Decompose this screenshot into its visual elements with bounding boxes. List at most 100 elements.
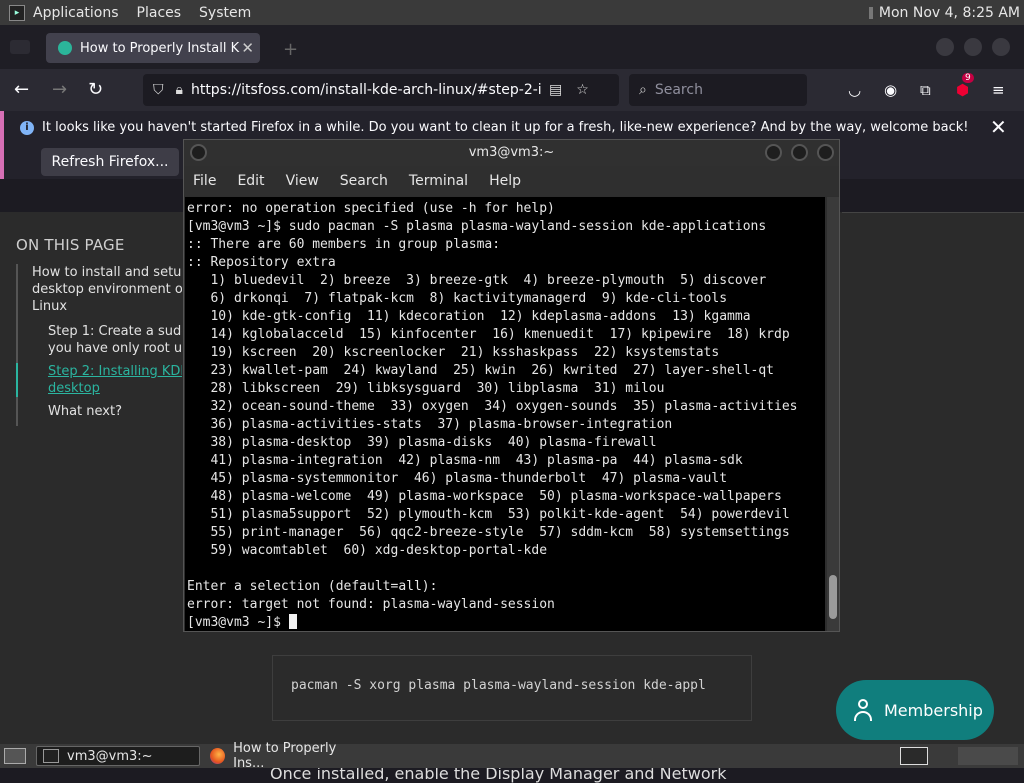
toc-item[interactable]: Step 1: Create a sudo (18, 323, 182, 340)
url-bar[interactable]: ⛉ 🔒︎ https://itsfoss.com/install-kde-arc… (143, 74, 619, 106)
table-of-contents: How to install and setup desktop environ… (16, 264, 182, 426)
membership-button[interactable]: Membership (836, 680, 994, 740)
terminal-screen[interactable]: error: no operation specified (use -h fo… (185, 197, 825, 631)
toc-item[interactable]: How to install and setup (18, 264, 182, 281)
search-placeholder: Search (654, 82, 703, 98)
terminal-line: 1) bluedevil 2) breeze 3) breeze-gtk 4) … (187, 273, 767, 288)
account-icon[interactable]: ◉ (884, 81, 897, 99)
terminal-line: Enter a selection (default=all): (187, 579, 438, 594)
pocket-icon[interactable]: ◡ (848, 81, 861, 99)
bookmark-star-icon[interactable]: ☆ (576, 82, 589, 98)
toc-item-active[interactable]: desktop (16, 380, 182, 397)
task-label: How to Properly Ins... (233, 741, 337, 771)
reload-icon[interactable]: ↻ (88, 79, 103, 100)
menu-terminal[interactable]: Terminal (409, 173, 468, 189)
hamburger-menu-icon[interactable]: ≡ (992, 81, 1005, 99)
reader-view-icon[interactable]: ▤ (549, 82, 562, 98)
info-icon: i (20, 121, 34, 135)
top-panel: ▸ Applications Places System Mon Nov 4, … (0, 0, 1024, 25)
task-label: vm3@vm3:~ (67, 748, 153, 764)
cpu-meter-icon (868, 6, 873, 19)
terminal-line: 36) plasma-activities-stats 37) plasma-b… (187, 417, 673, 432)
close-window-icon[interactable] (992, 38, 1010, 56)
terminal-line: :: Repository extra (187, 255, 336, 270)
terminal-line: 45) plasma-systemmonitor 46) plasma-thun… (187, 471, 728, 486)
show-desktop-icon[interactable] (4, 748, 26, 764)
firefox-icon (210, 748, 226, 764)
minimize-icon[interactable] (936, 38, 954, 56)
terminal-line: 6) drkonqi 7) flatpak-kcm 8) kactivityma… (187, 291, 728, 306)
tab-active[interactable]: How to Properly Install KDE ✕ (46, 33, 260, 63)
task-firefox[interactable]: How to Properly Ins... (204, 741, 364, 771)
window-menu-icon[interactable] (190, 144, 207, 161)
search-icon: ⌕ (639, 82, 647, 98)
close-notification-icon[interactable]: ✕ (990, 115, 1007, 139)
terminal-line: 14) kglobalacceld 15) kinfocenter 16) km… (187, 327, 790, 342)
url-text[interactable]: https://itsfoss.com/install-kde-arch-lin… (191, 82, 541, 98)
tab-bar: How to Properly Install KDE ✕ + (0, 25, 1024, 69)
maximize-icon[interactable] (964, 38, 982, 56)
menu-system[interactable]: System (199, 5, 251, 21)
menu-applications[interactable]: Applications (33, 5, 119, 21)
menu-search[interactable]: Search (340, 173, 388, 189)
menu-places[interactable]: Places (137, 5, 182, 21)
lock-icon[interactable]: 🔒︎ (176, 82, 183, 98)
close-window-icon[interactable] (817, 144, 834, 161)
terminal-line: error: no operation specified (use -h fo… (187, 201, 555, 216)
menu-file[interactable]: File (193, 173, 216, 189)
terminal-line: 28) libkscreen 29) libksysguard 30) libp… (187, 381, 665, 396)
notification-message: It looks like you haven't started Firefo… (42, 120, 969, 135)
tab-title: How to Properly Install KDE (80, 40, 240, 56)
terminal-line: :: There are 60 members in group plasma: (187, 237, 501, 252)
terminal-line: 55) print-manager 56) qqc2-breeze-style … (187, 525, 790, 540)
workspace-indicator[interactable] (958, 747, 1018, 765)
task-terminal[interactable]: vm3@vm3:~ (36, 746, 200, 766)
terminal-app-icon[interactable]: ▸ (9, 4, 25, 21)
terminal-titlebar[interactable]: vm3@vm3:~ (184, 140, 839, 166)
workspace-switcher[interactable] (900, 747, 928, 765)
terminal-line: 59) wacomtablet 60) xdg-desktop-portal-k… (187, 543, 548, 558)
ublock-icon[interactable]: ⬢ (956, 81, 969, 99)
terminal-line: 48) plasma-welcome 49) plasma-workspace … (187, 489, 782, 504)
toc-item[interactable]: Linux (18, 298, 182, 315)
terminal-line: 32) ocean-sound-theme 33) oxygen 34) oxy… (187, 399, 798, 414)
terminal-line: [vm3@vm3 ~]$ sudo pacman -S plasma plasm… (187, 219, 767, 234)
terminal-line: 38) plasma-desktop 39) plasma-disks 40) … (187, 435, 657, 450)
toc-item[interactable]: What next? (18, 403, 182, 420)
firefox-view-icon[interactable] (10, 40, 30, 54)
text-cursor (288, 614, 297, 629)
code-block: pacman -S xorg plasma plasma-wayland-ses… (272, 655, 752, 721)
new-tab-icon[interactable]: + (283, 39, 298, 60)
terminal-scrollbar[interactable] (827, 197, 839, 631)
terminal-icon (43, 749, 59, 763)
menu-edit[interactable]: Edit (237, 173, 264, 189)
terminal-prompt: [vm3@vm3 ~]$ (187, 615, 289, 630)
clock[interactable]: Mon Nov 4, 8:25 AM (879, 5, 1020, 21)
back-icon[interactable]: ← (14, 79, 29, 100)
terminal-line: error: target not found: plasma-wayland-… (187, 597, 555, 612)
tab-close-icon[interactable]: ✕ (241, 39, 254, 57)
toc-item-active[interactable]: Step 2: Installing KDE (16, 363, 182, 380)
refresh-firefox-button[interactable]: Refresh Firefox... (41, 148, 179, 176)
toc-item[interactable]: desktop environment on (18, 281, 182, 298)
terminal-menubar: File Edit View Search Terminal Help (184, 166, 839, 196)
forward-icon[interactable]: → (52, 79, 67, 100)
terminal-line: 10) kde-gtk-config 11) kdecoration 12) k… (187, 309, 751, 324)
terminal-window: vm3@vm3:~ File Edit View Search Terminal… (183, 139, 840, 632)
shield-icon[interactable]: ⛉ (153, 82, 164, 98)
terminal-line: 23) kwallet-pam 24) kwayland 25) kwin 26… (187, 363, 774, 378)
minimize-icon[interactable] (765, 144, 782, 161)
terminal-line: 19) kscreen 20) kscreenlocker 21) ksshas… (187, 345, 720, 360)
extensions-icon[interactable]: ⧉ (920, 81, 931, 99)
toc-item[interactable]: you have only root us (18, 340, 182, 357)
menu-view[interactable]: View (286, 173, 319, 189)
menu-help[interactable]: Help (489, 173, 521, 189)
terminal-prompt-line: [vm3@vm3 ~]$ (187, 614, 825, 631)
scrollbar-thumb[interactable] (829, 575, 837, 619)
search-bar[interactable]: ⌕ Search (629, 74, 807, 106)
nav-bar: ← → ↻ ⛉ 🔒︎ https://itsfoss.com/install-k… (0, 69, 1024, 111)
maximize-icon[interactable] (791, 144, 808, 161)
code-text[interactable]: pacman -S xorg plasma plasma-wayland-ses… (291, 678, 751, 693)
extension-badge: 9 (962, 73, 974, 83)
